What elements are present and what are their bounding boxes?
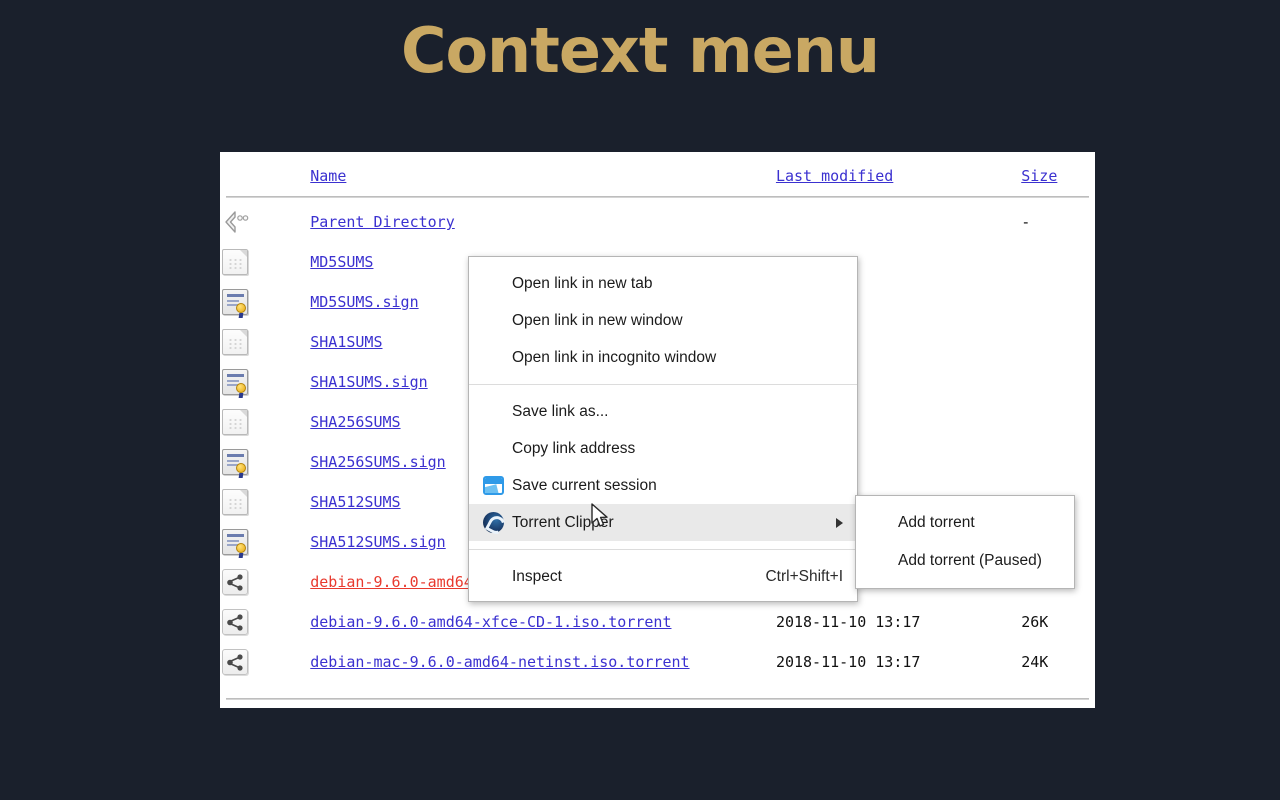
menu-item-save-current-session[interactable]: Save current session: [469, 467, 857, 504]
menu-item-copy-link-address[interactable]: Copy link address: [469, 430, 857, 467]
row-icon-cell: [220, 562, 270, 602]
menu-item-shortcut: Ctrl+Shift+I: [765, 567, 843, 585]
row-icon-cell: [220, 402, 270, 442]
context-submenu[interactable]: Add torrent Add torrent (Paused): [855, 495, 1075, 589]
column-header-name[interactable]: Name: [310, 167, 346, 185]
row-icon-cell: [220, 482, 270, 522]
file-link[interactable]: SHA256SUMS.sign: [310, 453, 445, 471]
menu-item-label: Save current session: [512, 476, 657, 494]
table-row[interactable]: debian-9.6.0-amd64-xfce-CD-1.iso.torrent…: [220, 602, 1095, 642]
context-menu[interactable]: Open link in new tab Open link in new win…: [468, 256, 858, 602]
session-icon: [481, 475, 507, 497]
row-size-cell: [1011, 242, 1095, 282]
row-size-cell: [1011, 362, 1095, 402]
menu-separator: [469, 549, 857, 550]
menu-item-label: Save link as...: [512, 402, 609, 420]
row-icon-cell: [220, 522, 270, 562]
file-link[interactable]: SHA512SUMS.sign: [310, 533, 445, 551]
header-spacer: [220, 152, 270, 192]
table-row[interactable]: Parent Directory -: [220, 202, 1095, 242]
menu-item-open-link-in-new-window[interactable]: Open link in new window: [469, 302, 857, 339]
row-icon-cell: [220, 362, 270, 402]
table-row[interactable]: debian-mac-9.6.0-amd64-netinst.iso.torre…: [220, 642, 1095, 682]
menu-item-label: Open link in new tab: [512, 274, 653, 292]
torrent-file-icon: [222, 569, 248, 595]
menu-item-label: Open link in incognito window: [512, 348, 717, 366]
row-size-cell: -: [1021, 213, 1031, 231]
signed-file-icon: [222, 369, 248, 395]
row-icon-cell: [220, 642, 270, 682]
file-link[interactable]: SHA256SUMS: [310, 413, 400, 431]
file-link[interactable]: Parent Directory: [310, 213, 455, 231]
file-link[interactable]: MD5SUMS.sign: [310, 293, 418, 311]
text-file-icon: [222, 489, 248, 515]
row-icon-cell: [220, 602, 270, 642]
row-name-cell: Parent Directory: [270, 202, 772, 242]
submenu-item-label: Add torrent: [898, 514, 975, 531]
file-link[interactable]: SHA1SUMS.sign: [310, 373, 427, 391]
row-size-cell: [1011, 322, 1095, 362]
menu-item-open-link-in-new-tab[interactable]: Open link in new tab: [469, 265, 857, 302]
row-size-cell: 26K: [1021, 613, 1049, 631]
submenu-item-add-torrent[interactable]: Add torrent: [856, 504, 1074, 542]
signed-file-icon: [222, 529, 248, 555]
row-icon-cell: [220, 442, 270, 482]
torrent-file-icon: [222, 649, 248, 675]
row-icon-cell: [220, 202, 270, 242]
file-link[interactable]: SHA1SUMS: [310, 333, 382, 351]
submenu-item-label: Add torrent (Paused): [898, 552, 1042, 569]
text-file-icon: [222, 409, 248, 435]
chevron-right-icon: [836, 517, 843, 528]
row-name-cell: debian-mac-9.6.0-amd64-netinst.iso.torre…: [270, 642, 772, 682]
row-size-cell: [1011, 282, 1095, 322]
signed-file-icon: [222, 289, 248, 315]
file-link[interactable]: SHA512SUMS: [310, 493, 400, 511]
row-size-cell: 24K: [1021, 653, 1049, 671]
header-divider-row: [220, 192, 1095, 202]
menu-item-torrent-clipper[interactable]: Torrent Clipper: [469, 504, 857, 541]
file-link[interactable]: MD5SUMS: [310, 253, 373, 271]
row-name-cell: debian-9.6.0-amd64-xfce-CD-1.iso.torrent: [270, 602, 772, 642]
file-link[interactable]: debian-9.6.0-amd64-xfce-CD-1.iso.torrent: [310, 613, 671, 631]
row-modified-cell: 2018-11-10 13:17: [775, 653, 921, 671]
torrent-file-icon: [222, 609, 248, 635]
menu-item-inspect[interactable]: Inspect Ctrl+Shift+I: [469, 558, 857, 595]
menu-item-label: Torrent Clipper: [512, 513, 614, 531]
menu-item-save-link-as[interactable]: Save link as...: [469, 393, 857, 430]
panel-bottom-divider: [226, 698, 1089, 700]
menu-item-label: Inspect: [512, 567, 562, 585]
row-modified-cell: [772, 202, 1011, 242]
text-file-icon: [222, 249, 248, 275]
torrent-clipper-icon: [481, 511, 507, 534]
table-header-row: Name Last modified Size: [220, 152, 1095, 192]
row-size-cell: [1011, 442, 1095, 482]
column-header-size[interactable]: Size: [1021, 167, 1057, 185]
column-header-last-modified[interactable]: Last modified: [776, 167, 893, 185]
menu-item-label: Open link in new window: [512, 311, 683, 329]
back-arrow-icon: [222, 209, 252, 235]
menu-item-open-link-in-incognito-window[interactable]: Open link in incognito window: [469, 339, 857, 376]
row-icon-cell: [220, 322, 270, 362]
submenu-item-add-torrent-paused[interactable]: Add torrent (Paused): [856, 542, 1074, 580]
text-file-icon: [222, 329, 248, 355]
file-link[interactable]: debian-mac-9.6.0-amd64-netinst.iso.torre…: [310, 653, 689, 671]
row-icon-cell: [220, 242, 270, 282]
row-icon-cell: [220, 282, 270, 322]
menu-item-label: Copy link address: [512, 439, 636, 457]
menu-separator: [469, 384, 857, 385]
row-size-cell: [1011, 402, 1095, 442]
signed-file-icon: [222, 449, 248, 475]
row-modified-cell: 2018-11-10 13:17: [775, 613, 921, 631]
page-title: Context menu: [400, 14, 880, 87]
